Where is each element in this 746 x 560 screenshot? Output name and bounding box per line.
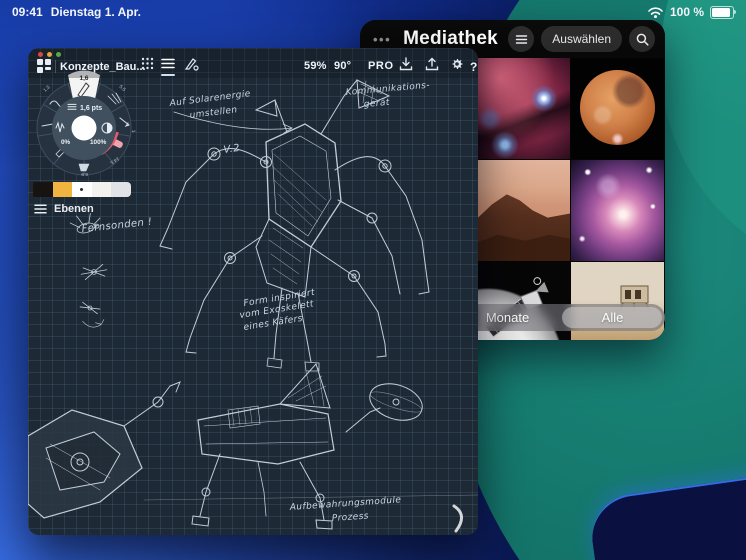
close-window-dot[interactable]: [38, 52, 43, 57]
status-bar: 09:41 Dienstag 1. Apr. 100 %: [0, 0, 746, 24]
battery-percent: 100 %: [670, 5, 704, 19]
precision-grid-icon[interactable]: [141, 57, 154, 70]
wheel-size-right: 1: [130, 130, 136, 134]
hamburger-icon: [34, 204, 47, 214]
wifi-icon: [647, 5, 664, 19]
lines-icon: [515, 34, 528, 45]
wheel-size-top-left: 1.3: [42, 84, 51, 93]
layers-button[interactable]: Ebenen: [34, 203, 94, 215]
status-date: Dienstag 1. Apr.: [51, 5, 141, 19]
annotation-storage-2: Prozess: [332, 511, 370, 524]
battery-icon: [710, 6, 734, 19]
annotation-form-1: Form inspiriert: [243, 288, 316, 309]
zoom-level[interactable]: 59%: [304, 60, 327, 72]
window-menu-dots[interactable]: •••: [373, 32, 391, 47]
import-icon[interactable]: [399, 57, 413, 71]
photo-red-nebula[interactable]: [477, 58, 570, 159]
layers-list-icon[interactable]: [161, 57, 175, 70]
swatch-white-selected[interactable]: [72, 182, 92, 197]
mars-planet: [580, 70, 654, 145]
wheel-size-top-right: 5.5: [118, 84, 127, 93]
color-palette: [33, 182, 131, 197]
stroke-width-label: 1,6 pts: [80, 105, 102, 112]
status-time: 09:41: [12, 5, 43, 19]
annotation-solar-2: umstellen: [189, 105, 238, 121]
annotation-version: V.2: [223, 143, 241, 156]
rotation-angle[interactable]: 90°: [334, 60, 351, 72]
document-title[interactable]: Konzepte_Bau...: [60, 61, 146, 73]
annotation-comm-2: gerät: [363, 98, 390, 110]
layers-label: Ebenen: [54, 203, 94, 215]
photo-mars[interactable]: [571, 58, 664, 159]
concepts-window: Auf Solarenergie umstellen Kommunikation…: [28, 48, 478, 535]
swatch-amber[interactable]: [53, 182, 73, 197]
swatch-lightgray[interactable]: [111, 182, 131, 197]
mediathek-title: Mediathek: [403, 28, 498, 50]
opacity-min-label: 0%: [61, 139, 71, 146]
search-icon: [636, 33, 649, 46]
toolbar-divider: [55, 60, 56, 73]
help-button[interactable]: ?: [470, 60, 478, 74]
opacity-max-label: 100%: [90, 139, 107, 146]
wheel-center-button[interactable]: [72, 116, 97, 141]
settings-gear-icon[interactable]: [450, 57, 464, 71]
annotation-solar-1: Auf Solarenergie: [168, 89, 251, 109]
library-segmented-control: Monate Alle: [455, 304, 665, 331]
photo-grid: [477, 58, 665, 340]
annotation-form-3: eines Käfers: [243, 314, 304, 333]
swatch-black[interactable]: [33, 182, 53, 197]
annotation-form-2: vom Exoskelett: [239, 299, 315, 321]
export-icon[interactable]: [425, 57, 439, 71]
gallery-icon[interactable]: [37, 59, 52, 73]
pro-badge[interactable]: PRO: [368, 60, 394, 72]
select-button-label: Auswählen: [552, 32, 611, 46]
photo-orion-nebula[interactable]: [571, 160, 664, 261]
search-button[interactable]: [629, 26, 655, 52]
stylus-icon[interactable]: [184, 57, 199, 71]
annotation-comm-1: Kommunikations-: [345, 81, 430, 98]
zoom-window-dot[interactable]: [56, 52, 61, 57]
wheel-size-bottom: 6.9: [81, 171, 88, 177]
window-controls[interactable]: [38, 52, 61, 57]
view-options-button[interactable]: [508, 26, 534, 52]
annotation-storage-1: Aufbewahrungsmodule: [289, 495, 402, 513]
active-tool-underline: [161, 74, 175, 76]
minimize-window-dot[interactable]: [47, 52, 52, 57]
annotation-probe: Fernsonden !: [81, 217, 153, 235]
swatch-offwhite[interactable]: [92, 182, 112, 197]
photo-desert-mountains[interactable]: [477, 160, 570, 261]
select-button[interactable]: Auswählen: [541, 26, 622, 52]
tool-wheel[interactable]: 1.3 5.5 1 14.5 6.9 1,6 1,6 pts 0% 100%: [28, 68, 140, 188]
segment-alle[interactable]: Alle: [560, 310, 665, 325]
concepts-toolbar: Konzepte_Bau... 59% 90° PRO: [28, 48, 478, 78]
